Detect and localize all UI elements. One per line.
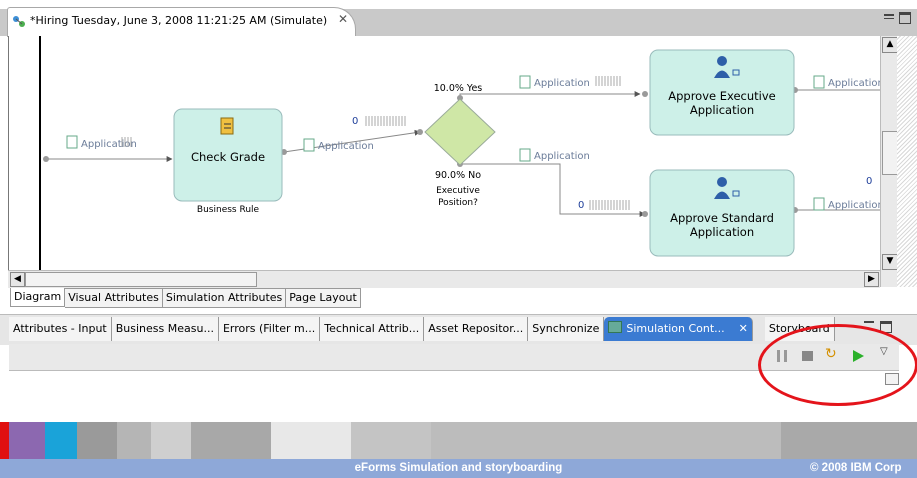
connector-label-3: Application	[519, 75, 590, 89]
scroll-left-button[interactable]: ◀	[10, 272, 25, 287]
task-check-grade[interactable]: Check Grade	[173, 108, 283, 202]
task-approve-executive[interactable]: Approve Executive Application	[649, 49, 795, 136]
connector-label-2: Application	[303, 138, 374, 152]
svg-text:Application: Application	[828, 200, 880, 211]
footer-block	[0, 422, 9, 459]
editor-tab[interactable]: *Hiring Tuesday, June 3, 2008 11:21:25 A…	[7, 7, 356, 37]
tab-visual-attributes[interactable]: Visual Attributes	[65, 288, 163, 308]
footer-block	[9, 422, 45, 459]
decision-caption-line2: Position?	[438, 198, 478, 208]
decision-caption-line1: Executive	[436, 186, 480, 196]
footer-block	[117, 422, 151, 459]
connector-label-6: Application	[813, 197, 880, 211]
tab-diagram[interactable]: Diagram	[10, 288, 66, 307]
vertical-scroll-thumb[interactable]	[882, 131, 898, 175]
canvas-hatch-margin	[897, 36, 917, 287]
task-approve-standard[interactable]: Approve Standard Application	[649, 169, 795, 257]
footer-block	[781, 422, 917, 459]
footer-block	[191, 422, 271, 459]
tab-technical-attributes[interactable]: Technical Attrib...	[320, 317, 425, 341]
footer-block	[45, 422, 77, 459]
task-check-grade-label: Check Grade	[191, 150, 265, 164]
tab-synchronize[interactable]: Synchronize	[528, 317, 605, 341]
svg-text:Application: Application	[318, 141, 374, 152]
scroll-down-button[interactable]: ▼	[882, 254, 898, 270]
footer-title: eForms Simulation and storyboarding	[354, 462, 563, 474]
counter-no-branch: 0	[578, 200, 584, 211]
connector-label-5: Application	[813, 75, 880, 89]
footer-block	[351, 422, 431, 459]
task-approve-standard-line2: Application	[690, 225, 754, 239]
highlight-annotation	[758, 324, 917, 406]
tab-simulation-control-label: Simulation Cont...	[626, 322, 725, 335]
counter-standard-out: 0	[866, 176, 872, 187]
minimize-button[interactable]	[884, 14, 894, 19]
scroll-right-button[interactable]: ▶	[864, 272, 879, 287]
horizontal-scroll-thumb[interactable]	[25, 272, 257, 287]
tab-page-layout[interactable]: Page Layout	[286, 288, 361, 308]
business-rule-caption: Business Rule	[197, 205, 260, 215]
close-icon[interactable]: ✕	[739, 322, 748, 335]
process-diagram: Check Grade Business Rule 10.0% Yes 90.0…	[43, 49, 880, 257]
footer-block	[77, 422, 117, 459]
connector-label-4: Application	[519, 148, 590, 162]
editor-tab-title: *Hiring Tuesday, June 3, 2008 11:21:25 A…	[30, 14, 328, 27]
counter-check-to-decision: 0	[352, 116, 358, 127]
tab-errors[interactable]: Errors (Filter m...	[218, 317, 321, 341]
task-approve-standard-line1: Approve Standard	[670, 211, 774, 225]
decision-yes-label: 10.0% Yes	[434, 83, 483, 94]
connector-label-1: Application	[66, 135, 137, 150]
tab-simulation-control[interactable]: Simulation Cont... ✕	[604, 317, 753, 341]
tab-simulation-attributes[interactable]: Simulation Attributes	[162, 288, 287, 308]
footer-block	[271, 422, 351, 459]
diagram-tabs: Diagram Visual Attributes Simulation Att…	[10, 288, 361, 308]
decision-no-label: 90.0% No	[435, 170, 481, 181]
footer-copyright: © 2008 IBM Corp	[810, 462, 902, 474]
svg-text:Application: Application	[534, 151, 590, 162]
maximize-button[interactable]	[899, 12, 911, 24]
svg-text:Application: Application	[828, 78, 880, 89]
svg-text:Application: Application	[534, 78, 590, 89]
process-icon	[13, 16, 25, 27]
tab-attributes-input[interactable]: Attributes - Input	[9, 317, 112, 341]
task-approve-executive-line1: Approve Executive	[668, 89, 776, 103]
footer-block	[431, 422, 781, 459]
simulation-icon	[608, 321, 623, 333]
close-icon[interactable]: ✕	[338, 12, 348, 26]
scroll-up-button[interactable]: ▲	[882, 37, 898, 53]
view-tabs: Attributes - Input Business Measu... Err…	[9, 317, 835, 341]
tab-business-measures[interactable]: Business Measu...	[111, 317, 219, 341]
footer-block	[151, 422, 191, 459]
task-approve-executive-line2: Application	[690, 103, 754, 117]
tab-asset-repository[interactable]: Asset Repositor...	[424, 317, 529, 341]
view-minimize-button[interactable]	[864, 321, 874, 324]
decision-executive-position[interactable]	[424, 98, 496, 166]
